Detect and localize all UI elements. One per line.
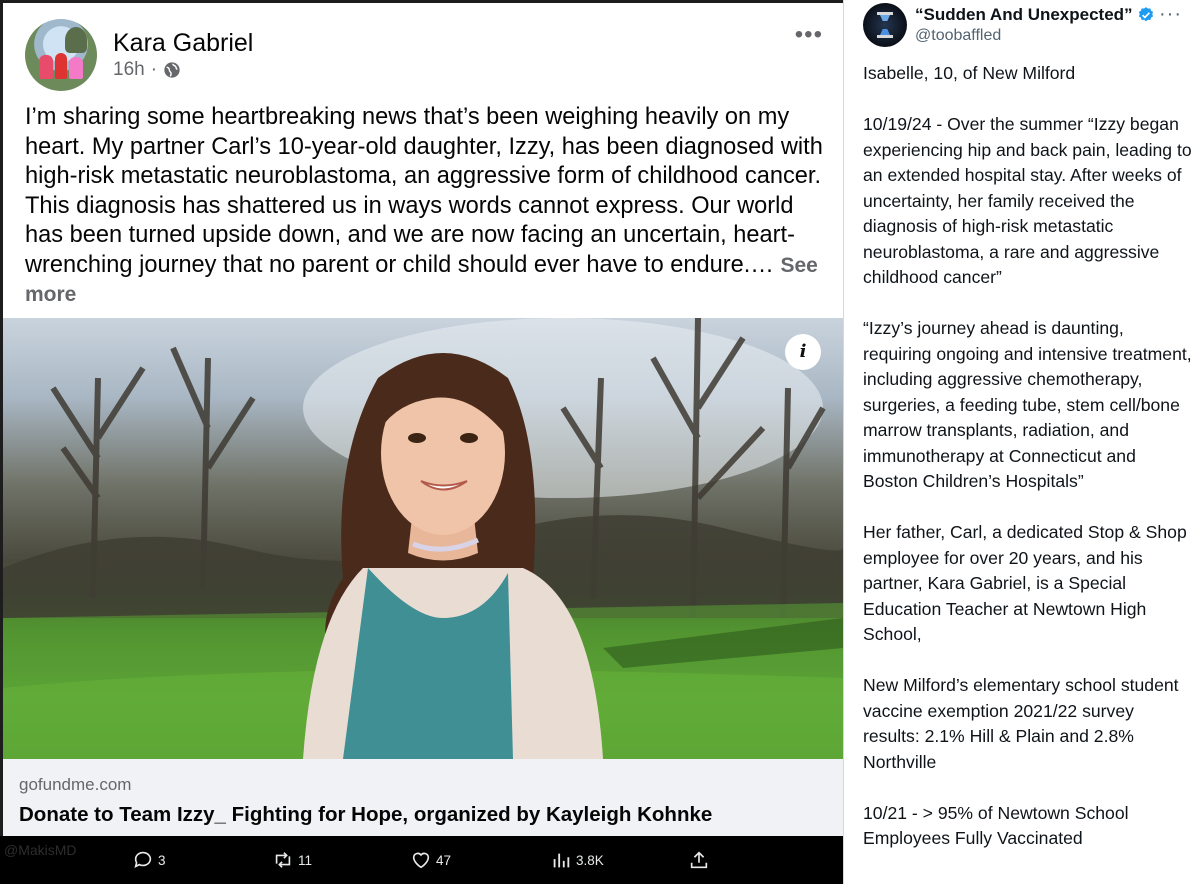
link-preview[interactable]: gofundme.com Donate to Team Izzy_ Fighti…: [3, 759, 843, 836]
post-time[interactable]: 16h: [113, 59, 145, 81]
post-meta: 16h ·: [113, 59, 181, 81]
author-name[interactable]: Kara Gabriel: [113, 29, 253, 58]
tweet-paragraph: Isabelle, 10, of New Milford: [863, 63, 1076, 83]
post-text: I’m sharing some heartbreaking news that…: [25, 104, 823, 278]
tweet-paragraph: 10/19/24 - Over the summer “Izzy began e…: [863, 114, 1192, 287]
heart-icon: [412, 852, 430, 869]
tweet-author-name[interactable]: “Sudden And Unexpected”: [915, 5, 1155, 25]
tweet-more-button[interactable]: ···: [1159, 4, 1182, 24]
display-name: “Sudden And Unexpected”: [915, 5, 1133, 24]
info-icon[interactable]: i: [785, 334, 821, 370]
reply-button[interactable]: 3: [132, 836, 166, 884]
watermark: @MakisMD: [4, 842, 77, 858]
repost-count: 11: [298, 852, 313, 868]
tweet-paragraph: “Izzy’s journey ahead is daunting, requi…: [863, 318, 1192, 491]
like-button[interactable]: 47: [410, 836, 451, 884]
like-count: 47: [436, 852, 452, 868]
tweet-panel: “Sudden And Unexpected” @toobaffled ··· …: [843, 0, 1200, 884]
views-chart-icon: [553, 853, 570, 868]
post-body: I’m sharing some heartbreaking news that…: [25, 103, 825, 310]
verified-badge-icon: [1138, 7, 1153, 22]
repost-icon: [275, 852, 291, 868]
tweet-paragraph: New Milford’s elementary school student …: [863, 675, 1179, 772]
tweet-author-avatar[interactable]: [863, 3, 907, 47]
reply-count: 3: [158, 852, 166, 868]
author-avatar[interactable]: [25, 19, 97, 91]
photo-scene: [3, 318, 843, 759]
repost-button[interactable]: 11: [272, 836, 312, 884]
tweet-author-handle[interactable]: @toobaffled: [915, 27, 1001, 45]
tweet-paragraph: 10/21 - > 95% of Newtown School Employee…: [863, 802, 1129, 849]
link-title[interactable]: Donate to Team Izzy_ Fighting for Hope, …: [19, 803, 712, 827]
views-button[interactable]: 3.8K: [550, 836, 604, 884]
tweet-paragraph: Her father, Carl, a dedicated Stop & Sho…: [863, 522, 1187, 644]
tweet-text: Isabelle, 10, of New Milford 10/19/24 - …: [863, 61, 1193, 877]
share-icon: [690, 851, 708, 869]
reply-icon: [134, 851, 152, 868]
meta-separator: ·: [150, 59, 158, 80]
link-domain: gofundme.com: [19, 775, 132, 794]
more-options-button[interactable]: •••: [795, 23, 823, 47]
tweet-action-bar: @MakisMD 3 11 47 3.8K: [0, 836, 843, 884]
post-photo[interactable]: i: [3, 318, 843, 759]
view-count: 3.8K: [576, 852, 604, 868]
share-button[interactable]: [688, 836, 710, 884]
globe-icon: [164, 62, 180, 78]
